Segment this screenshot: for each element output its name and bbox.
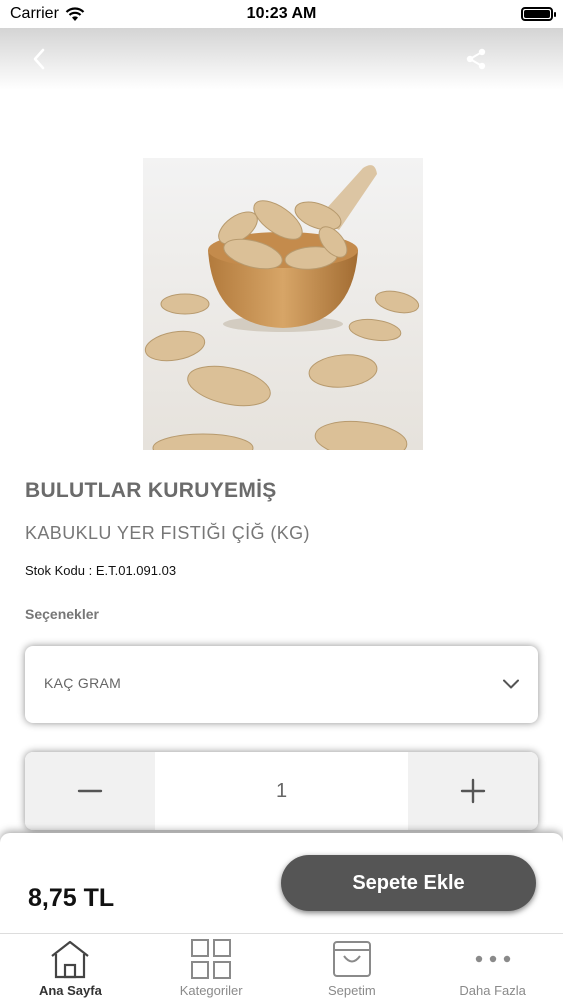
- peanuts-photo: [143, 158, 423, 450]
- cart-icon: [332, 941, 371, 977]
- status-bar: Carrier 10:23 AM: [0, 0, 563, 28]
- tab-home[interactable]: Ana Sayfa: [0, 934, 141, 1000]
- plus-icon: [460, 778, 486, 804]
- more-icon: [475, 955, 510, 963]
- product-name: KABUKLU YER FISTIĞI ÇİĞ (KG): [25, 523, 310, 543]
- minus-icon: [77, 789, 103, 793]
- product-image: [143, 158, 423, 450]
- tab-cart-label: Sepetim: [328, 983, 376, 998]
- add-to-cart-button[interactable]: Sepete Ekle: [281, 855, 536, 911]
- increase-quantity-button[interactable]: [408, 752, 538, 830]
- tab-categories[interactable]: Kategoriler: [141, 934, 282, 1000]
- product-brand: BULUTLAR KURUYEMİŞ: [25, 479, 277, 502]
- chevron-down-icon: [503, 679, 519, 689]
- home-icon: [51, 940, 90, 979]
- quantity-stepper: 1: [25, 752, 538, 830]
- tab-more[interactable]: Daha Fazla: [422, 934, 563, 1000]
- decrease-quantity-button[interactable]: [25, 752, 155, 830]
- option-select-value: KAÇ GRAM: [44, 675, 122, 691]
- battery-icon: [521, 7, 556, 21]
- tab-more-label: Daha Fazla: [459, 983, 526, 998]
- product-detail-screen: Carrier 10:23 AM BULUTLAR KURUYEMİŞ KABU…: [0, 0, 563, 1000]
- option-select[interactable]: KAÇ GRAM: [25, 646, 538, 723]
- tab-cart[interactable]: Sepetim: [282, 934, 423, 1000]
- grid-icon: [191, 939, 232, 979]
- quantity-value[interactable]: 1: [155, 752, 408, 830]
- stock-code: Stok Kodu : E.T.01.091.03: [25, 563, 177, 578]
- tab-home-label: Ana Sayfa: [38, 983, 102, 998]
- back-button[interactable]: [24, 44, 54, 74]
- chevron-left-icon: [33, 48, 45, 70]
- product-price: 8,75 TL: [28, 884, 115, 912]
- tab-bar: Ana Sayfa Kategoriler Sepetim Daha Fazla: [0, 933, 563, 1000]
- status-time: 10:23 AM: [246, 5, 317, 22]
- tab-categories-label: Kategoriler: [179, 983, 243, 998]
- options-label: Seçenekler: [25, 606, 99, 622]
- purchase-panel: 8,75 TL Sepete Ekle: [0, 833, 563, 933]
- nav-bar: [0, 28, 563, 90]
- share-button[interactable]: [461, 44, 491, 74]
- share-icon: [466, 48, 486, 70]
